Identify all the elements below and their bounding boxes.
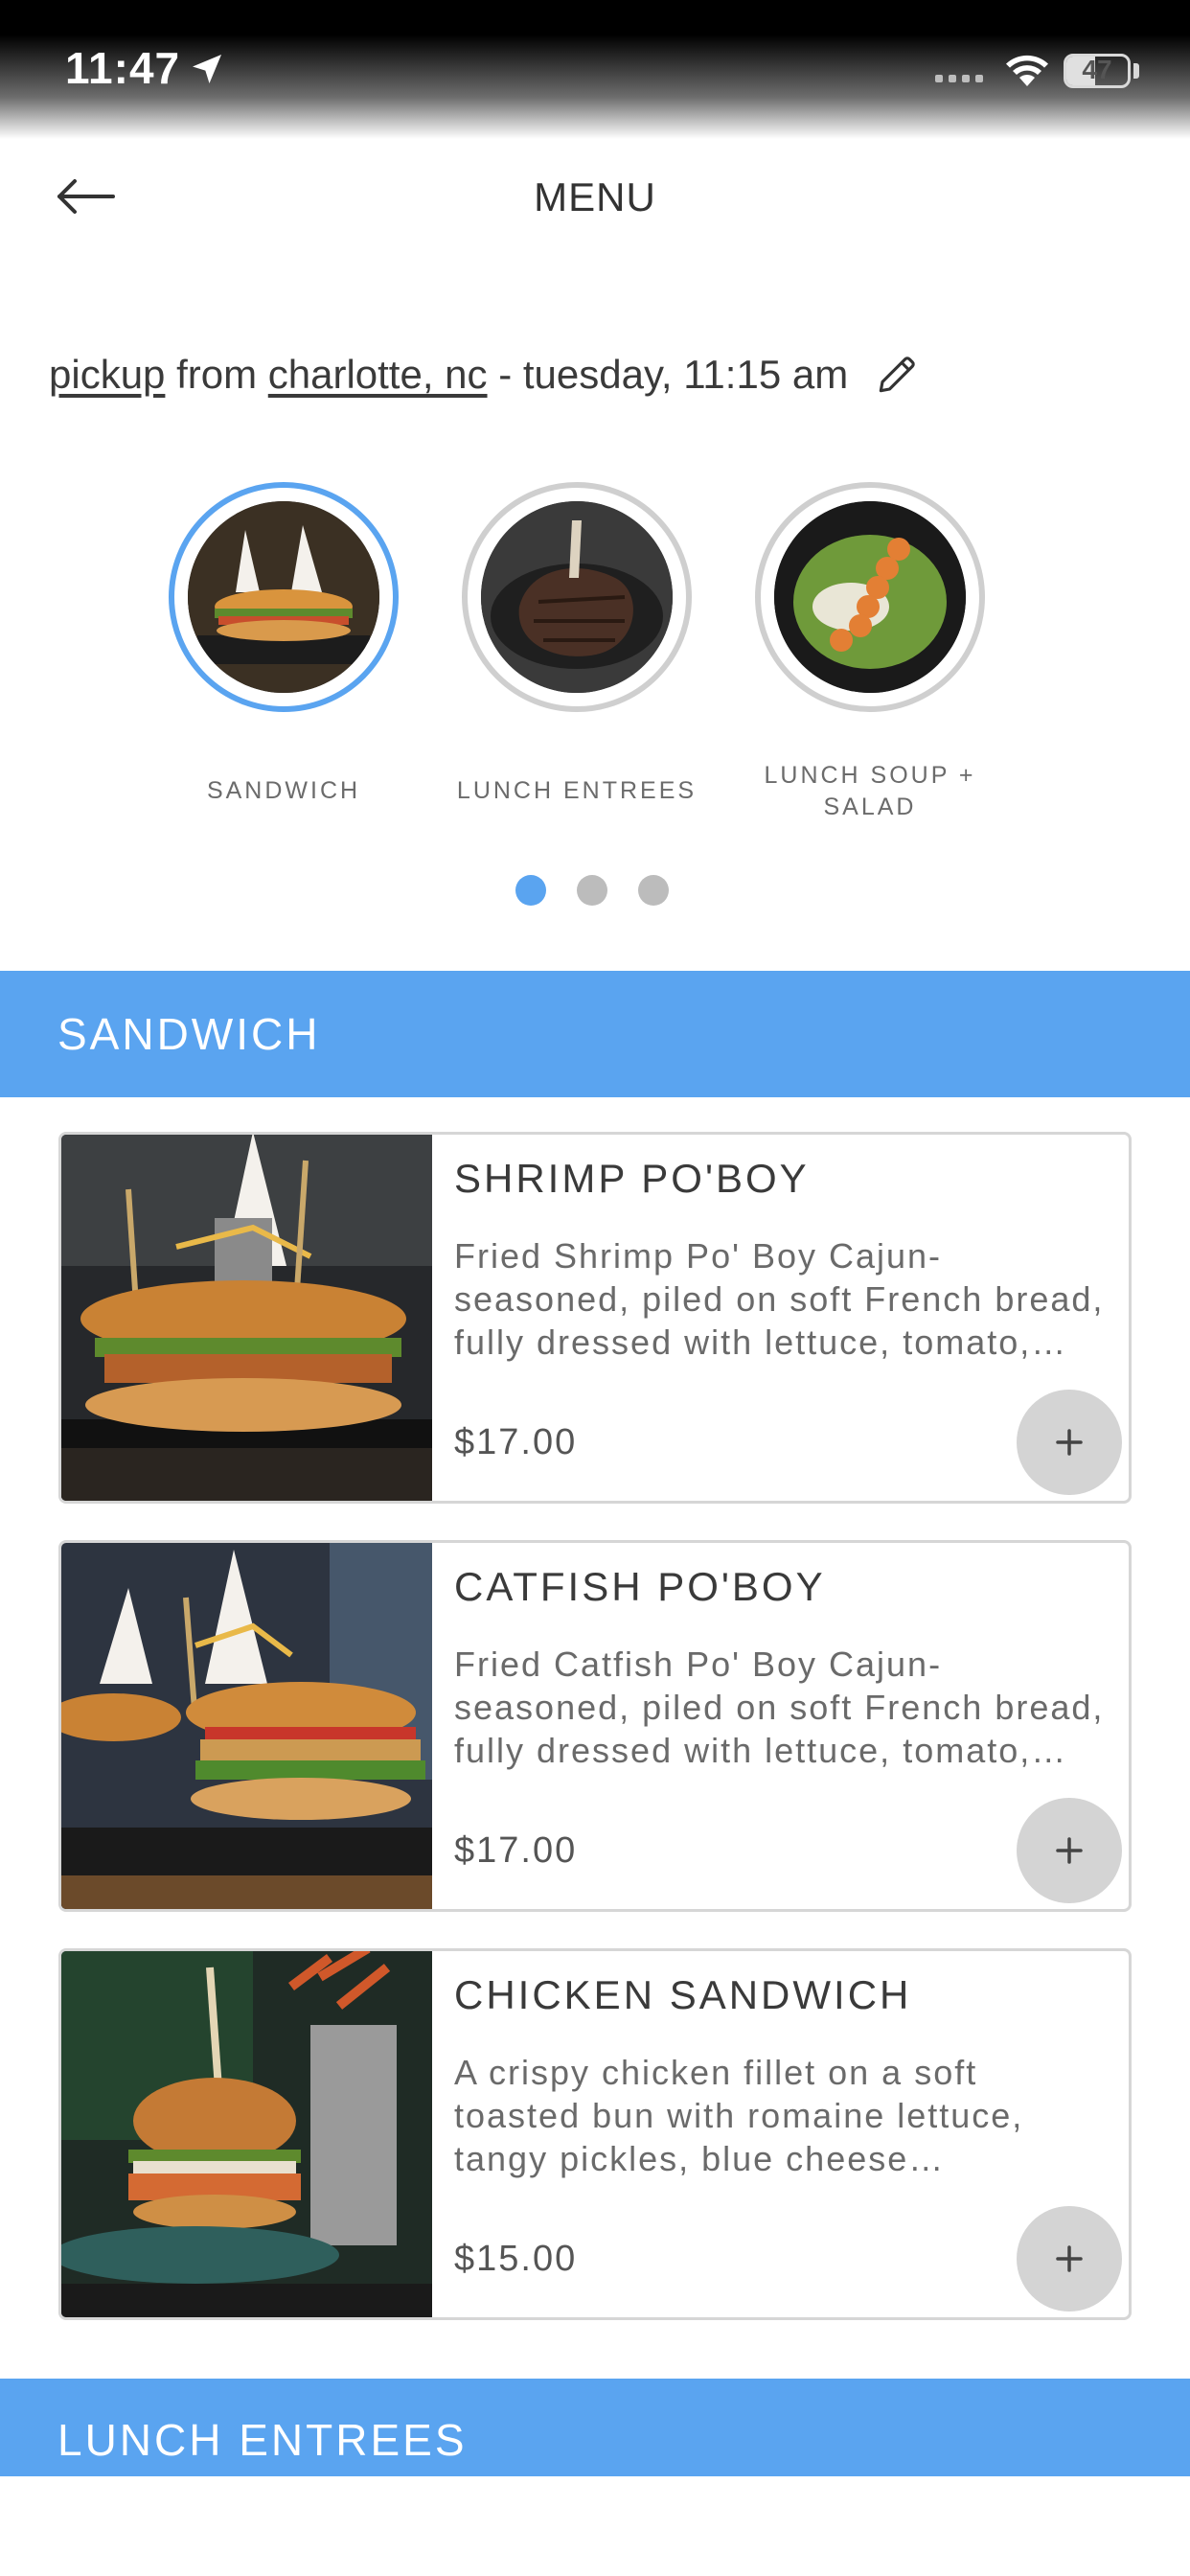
category-lunch-entrees[interactable]: LUNCH ENTREES <box>457 482 694 804</box>
category-label: LUNCH ENTREES <box>456 777 698 804</box>
soup-salad-image <box>774 501 966 693</box>
pickup-time-text: - tuesday, 11:15 am <box>487 352 849 397</box>
location-arrow-icon <box>193 55 221 83</box>
pickup-info: pickup from charlotte, nc - tuesday, 11:… <box>49 351 921 399</box>
item-price: $15.00 <box>454 2239 578 2279</box>
battery-level: 47 <box>1082 55 1112 84</box>
item-name: SHRIMP PO'BOY <box>454 1156 810 1201</box>
category-label: SANDWICH <box>206 777 361 804</box>
category-label: LUNCH SOUP + SALAD <box>764 762 976 820</box>
page-dot-3[interactable] <box>638 875 669 906</box>
category-sandwich[interactable]: SANDWICH <box>169 482 399 804</box>
edit-pencil-icon[interactable] <box>873 351 921 399</box>
battery-icon: 47 <box>1064 54 1131 88</box>
menu-item-card[interactable]: CATFISH PO'BOY Fried Catfish Po' Boy Caj… <box>58 1540 1132 1912</box>
item-price: $17.00 <box>454 1830 578 1871</box>
location-link[interactable]: charlotte, nc <box>268 352 488 398</box>
sandwich-image <box>188 501 379 693</box>
item-name: CHICKEN SANDWICH <box>454 1972 912 2017</box>
page-dot-1[interactable] <box>515 875 546 906</box>
plus-icon <box>1056 1837 1083 1864</box>
category-lunch-soup-salad[interactable]: LUNCH SOUP + SALAD <box>755 482 985 820</box>
item-name: CATFISH PO'BOY <box>454 1564 826 1609</box>
menu-item-card[interactable]: SHRIMP PO'BOY Fried Shrimp Po' Boy Cajun… <box>58 1132 1132 1504</box>
lunch-entrees-image <box>481 501 673 693</box>
page-title: MENU <box>534 174 656 219</box>
status-time: 11:47 <box>65 43 181 93</box>
catfish-poboy-image <box>61 1543 432 1909</box>
add-to-cart-button[interactable] <box>1017 1390 1122 1495</box>
item-description: Fried Shrimp Po' Boy Cajun-seasoned, pil… <box>454 1236 1105 1362</box>
item-description: Fried Catfish Po' Boy Cajun-seasoned, pi… <box>454 1644 1105 1770</box>
item-price: $17.00 <box>454 1422 578 1462</box>
status-bar: 11:47 47 <box>0 0 1190 139</box>
wifi-icon <box>1006 55 1048 86</box>
shrimp-poboy-image <box>61 1135 432 1501</box>
add-to-cart-button[interactable] <box>1017 1798 1122 1903</box>
section-header-lunch-entrees: LUNCH ENTREES <box>0 2379 1190 2476</box>
cellular-signal-icon <box>935 75 983 82</box>
pickup-from-text: from <box>165 352 268 397</box>
plus-icon <box>1056 1429 1083 1456</box>
plus-icon <box>1056 2245 1083 2272</box>
carousel-pagination <box>515 875 669 906</box>
order-mode-link[interactable]: pickup <box>49 352 165 398</box>
menu-item-card[interactable]: CHICKEN SANDWICH A crispy chicken fillet… <box>58 1948 1132 2320</box>
section-header-sandwich: SANDWICH <box>0 971 1190 1097</box>
nav-bar: MENU <box>0 153 1190 249</box>
page-dot-2[interactable] <box>577 875 607 906</box>
category-image-frame <box>755 482 985 712</box>
category-image-frame <box>169 482 399 712</box>
add-to-cart-button[interactable] <box>1017 2206 1122 2312</box>
category-image-frame <box>462 482 692 712</box>
item-description: A crispy chicken fillet on a soft toaste… <box>454 2053 1024 2178</box>
chicken-sandwich-image <box>61 1951 432 2317</box>
